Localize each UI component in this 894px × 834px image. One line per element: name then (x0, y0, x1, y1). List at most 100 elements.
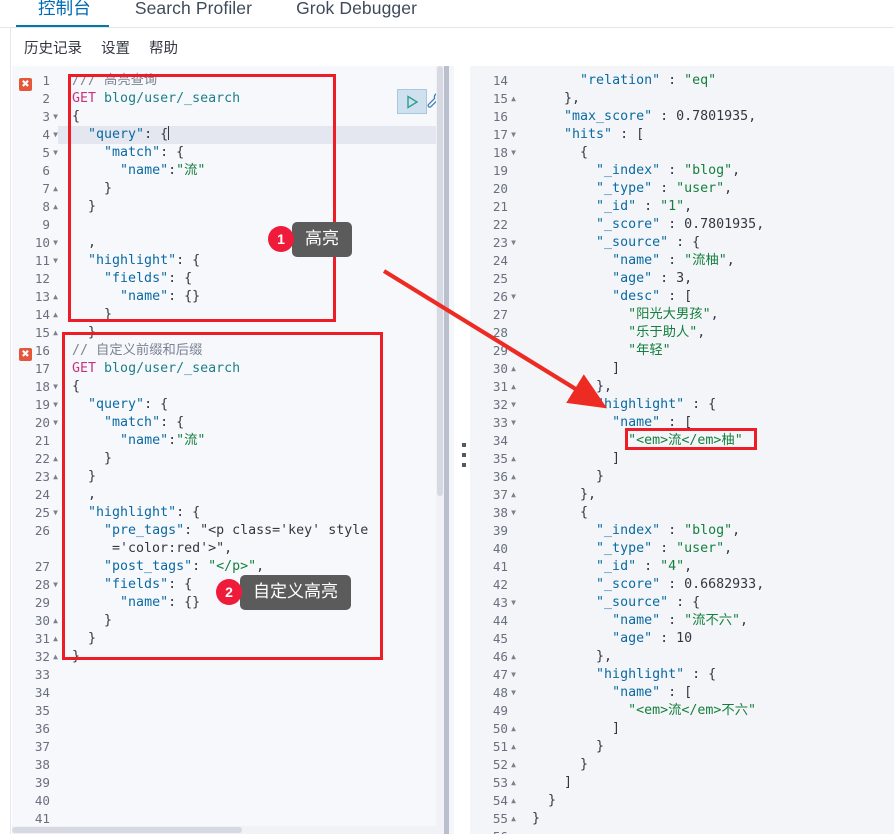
gutter-line: 38 (34, 757, 50, 772)
error-marker-line-1[interactable]: ✖ (19, 78, 32, 91)
code-line: "relation" : "eq" (580, 73, 717, 88)
editor-horizontal-scrollbar[interactable] (12, 826, 436, 834)
gutter-line: 33 ▼ (492, 415, 516, 430)
gutter-line: 49 (492, 703, 508, 718)
gutter-line: 47 ▼ (492, 667, 516, 682)
code-line: } (72, 181, 113, 196)
editor-vertical-scrollbar[interactable] (436, 66, 444, 834)
left-rail (0, 28, 11, 834)
code-line: "<em>流</em>不六" (628, 703, 757, 718)
gutter-line: 28 ▼ (34, 577, 58, 592)
code-line: } (72, 649, 81, 664)
code-line: "hits" : [ (564, 127, 645, 142)
code-line: } (72, 451, 113, 466)
gutter-line: 27 (34, 559, 50, 574)
response-code: "relation" : "eq" }, "max_score" : 0.780… (532, 72, 894, 834)
code-line: , (72, 487, 97, 502)
menu-item-settings[interactable]: 设置 (101, 37, 130, 58)
request-editor[interactable]: 1 2 3 ▼ 4 ▼ 5 ▼ 6 7 ▲ 8 ▲ 9 10 ▼ 11 ▼ 12 13 ▲ 14 ▲ 15 ▲ 16 17 18 ▼ 19… (12, 66, 444, 834)
gutter-line: 19 ▼ (34, 397, 58, 412)
code-line: { (532, 145, 589, 160)
callout-2-label: 自定义高亮 (233, 575, 351, 610)
code-line: } (532, 739, 605, 754)
gutter-line: 41 (492, 559, 508, 574)
code-line: }, (532, 649, 613, 664)
gutter-line: 33 (34, 667, 50, 682)
gutter-line: 24 (492, 253, 508, 268)
gutter-line: 35 ▲ (492, 451, 516, 466)
gutter-line: 19 (492, 163, 508, 178)
code-line: "age" : 10 (612, 631, 693, 646)
gutter-line: 22 (492, 217, 508, 232)
code-line: } (532, 469, 605, 484)
response-viewer[interactable]: 14 15 ▲ 16 17 ▼ 18 ▼ 19 20 21 22 23 ▼ 24 25 26 ▼ 27 28 29 30 ▲… (470, 66, 894, 834)
code-line: } (72, 469, 97, 484)
code-line: ] (532, 775, 573, 790)
gutter-line: 26 ▼ (492, 289, 516, 304)
gutter-line: 54 ▲ (492, 793, 516, 808)
gutter-line: 42 (492, 577, 508, 592)
error-marker-line-16[interactable]: ✖ (19, 348, 32, 361)
gutter-line: 34 (492, 433, 508, 448)
code-line: }, (532, 379, 613, 394)
gutter-line: 40 (34, 793, 50, 808)
pane-divider-grip[interactable] (462, 443, 466, 471)
code-line: ] (532, 451, 621, 466)
gutter-line: 43 ▼ (492, 595, 516, 610)
run-request-button[interactable] (397, 89, 427, 114)
gutter-line: 30 ▲ (492, 361, 516, 376)
gutter-line: 52 ▲ (492, 757, 516, 772)
gutter-line: 20 ▼ (34, 415, 58, 430)
code-line: } (532, 757, 589, 772)
code-line: { (532, 505, 589, 520)
code-line: "_id" : "1", (596, 199, 693, 214)
gutter-line: 24 (34, 487, 50, 502)
tab-grok-debugger[interactable]: Grok Debugger (274, 0, 439, 30)
gutter-line: 39 (34, 775, 50, 790)
callout-1-label: 高亮 (285, 222, 352, 257)
code-line: "阳光大男孩", (628, 307, 719, 322)
gutter-line: 9 (42, 217, 50, 232)
code-line: } (72, 307, 113, 322)
gutter-line: 15 ▲ (34, 325, 58, 340)
gutter-line: 45 (492, 631, 508, 646)
callout-2-badge: 2 (216, 579, 242, 606)
gutter-line: 21 (492, 199, 508, 214)
code-line: "_id" : "4", (596, 559, 693, 574)
gutter-line: 46 ▲ (492, 649, 516, 664)
gutter-line: 32 ▼ (492, 397, 516, 412)
code-line[interactable]: "query": { (72, 126, 444, 144)
code-line: }, (532, 91, 581, 106)
code-line: } (72, 613, 113, 628)
gutter-line: 26 (34, 523, 50, 538)
editor-code[interactable]: /// 高亮查询 GET blog/user/_search { "query": … (72, 72, 444, 828)
gutter-line: 29 (492, 343, 508, 358)
gutter-line: 38 ▼ (492, 505, 516, 520)
code-line: GET blog/user/_search (72, 361, 241, 376)
code-line: "_index" : "blog", (596, 523, 741, 538)
gutter-line: 35 (34, 703, 50, 718)
code-line: "_type" : "user", (596, 541, 733, 556)
menu-item-help[interactable]: 帮助 (149, 37, 178, 58)
gutter-line: 13 ▲ (34, 289, 58, 304)
editor-gutter: 1 2 3 ▼ 4 ▼ 5 ▼ 6 7 ▲ 8 ▲ 9 10 ▼ 11 ▼ 12 13 ▲ 14 ▲ 15 ▲ 16 17 18 ▼ 19… (12, 72, 58, 828)
code-line: ] (532, 721, 621, 736)
gutter-line: 18 ▼ (34, 379, 58, 394)
gutter-line: 27 (492, 307, 508, 322)
gutter-line: 56 (470, 828, 516, 834)
tab-search-profiler[interactable]: Search Profiler (113, 0, 274, 30)
code-line: "_type" : "user", (596, 181, 733, 196)
code-line: "highlight" : { (596, 667, 717, 682)
code-line: "pre_tags": "<p class='key' style (104, 523, 369, 538)
menu-item-history[interactable]: 历史记录 (24, 37, 82, 58)
code-line: "match": { (104, 415, 185, 430)
gutter-line: 4 ▼ (42, 127, 58, 142)
gutter-line: 31 ▲ (492, 379, 516, 394)
gutter-line: 15 ▲ (492, 91, 516, 106)
gutter-line: 50 ▲ (492, 721, 516, 736)
